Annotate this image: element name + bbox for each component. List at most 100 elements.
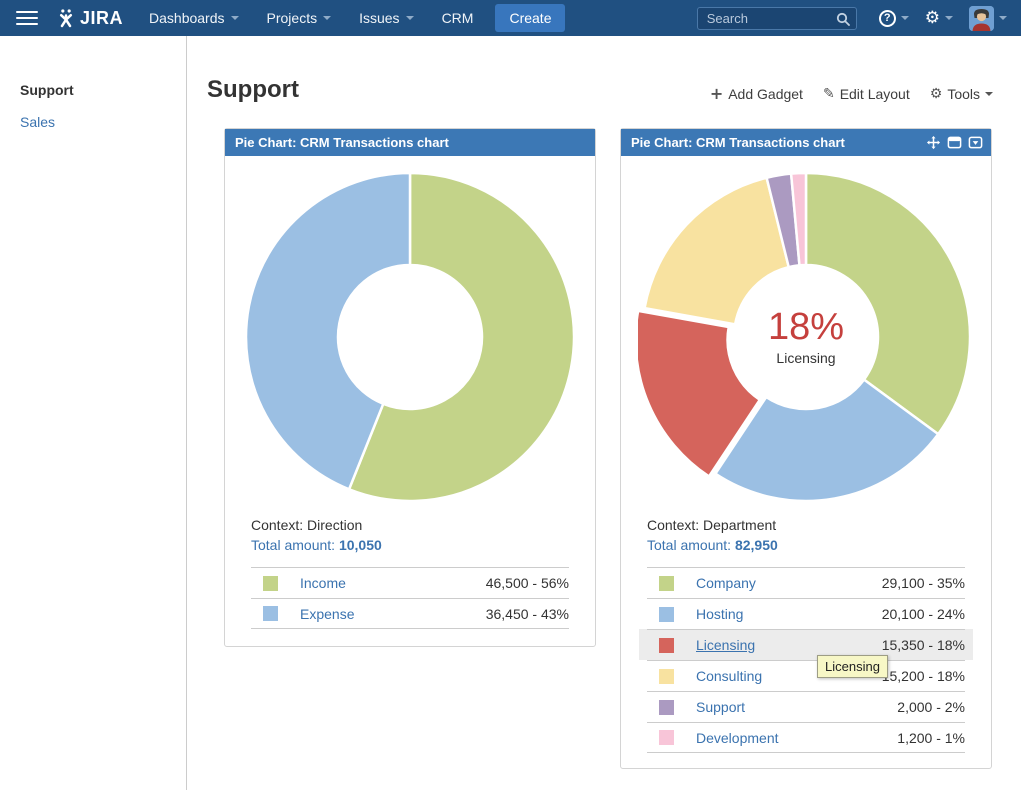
gear-icon: ⚙ xyxy=(930,86,943,102)
maximize-gadget-icon[interactable] xyxy=(947,135,962,150)
hamburger-menu-icon[interactable] xyxy=(16,7,38,29)
legend-swatch xyxy=(659,638,674,653)
nav-item-projects[interactable]: Projects xyxy=(267,10,332,26)
add-gadget-button[interactable]: + Add Gadget xyxy=(710,84,803,103)
nav-item-label: CRM xyxy=(442,10,474,26)
legend-label-link[interactable]: Hosting xyxy=(696,606,882,622)
legend-label-link[interactable]: Development xyxy=(696,730,897,746)
gadget-title: Pie Chart: CRM Transactions chart xyxy=(621,135,845,150)
search-input[interactable] xyxy=(697,7,857,30)
legend-label-link[interactable]: Company xyxy=(696,575,882,591)
legend-value: 15,350 - 18% xyxy=(882,637,965,653)
chart-legend: Company29,100 - 35%Hosting20,100 - 24%Li… xyxy=(647,567,965,753)
nav-item-label: Dashboards xyxy=(149,10,225,26)
legend-swatch xyxy=(659,669,674,684)
avatar xyxy=(969,6,994,31)
sidebar-item-support[interactable]: Support xyxy=(20,82,186,98)
total-value: 10,050 xyxy=(339,537,382,553)
chart-context: Context: Direction xyxy=(251,515,569,535)
legend-value: 1,200 - 1% xyxy=(897,730,965,746)
legend-label-link[interactable]: Expense xyxy=(300,606,486,622)
legend-label-link[interactable]: Support xyxy=(696,699,897,715)
page-title: Support xyxy=(207,76,299,104)
legend-value: 15,200 - 18% xyxy=(882,668,965,684)
pencil-icon: ✎ xyxy=(823,86,835,102)
chart-total: Total amount: 10,050 xyxy=(251,535,569,555)
legend-row-consulting[interactable]: Consulting15,200 - 18% xyxy=(647,660,965,691)
legend-row-support[interactable]: Support2,000 - 2% xyxy=(647,691,965,722)
nav-item-label: Issues xyxy=(359,10,399,26)
legend-label-link[interactable]: Licensing xyxy=(696,637,882,653)
gadget-pie-chart-1: Pie Chart: CRM Transactions chart Contex… xyxy=(224,128,596,647)
legend-value: 29,100 - 35% xyxy=(882,575,965,591)
legend-swatch xyxy=(263,576,278,591)
nav-item-issues[interactable]: Issues xyxy=(359,10,413,26)
brand-name: JIRA xyxy=(80,8,123,29)
donut-chart-department: 18% Licensing xyxy=(638,169,974,505)
chart-legend: Income46,500 - 56%Expense36,450 - 43% xyxy=(251,567,569,629)
total-value: 82,950 xyxy=(735,537,778,553)
create-button[interactable]: Create xyxy=(495,4,565,32)
dashboard-sidebar: Support Sales xyxy=(0,36,187,790)
search-box xyxy=(697,7,857,30)
legend-row-income[interactable]: Income46,500 - 56% xyxy=(251,567,569,598)
nav-item-label: Projects xyxy=(267,10,318,26)
legend-row-hosting[interactable]: Hosting20,100 - 24% xyxy=(647,598,965,629)
user-menu[interactable] xyxy=(969,6,1007,31)
gadget-header[interactable]: Pie Chart: CRM Transactions chart xyxy=(225,129,595,156)
pie-slice-consulting[interactable] xyxy=(645,178,789,325)
nav-menu: Dashboards Projects Issues CRM xyxy=(149,10,473,26)
legend-value: 46,500 - 56% xyxy=(486,575,569,591)
chevron-down-icon xyxy=(901,16,909,20)
dashboard-actions: + Add Gadget ✎ Edit Layout ⚙Tools xyxy=(710,84,993,103)
sidebar-item-sales[interactable]: Sales xyxy=(20,114,186,130)
plus-icon: + xyxy=(710,84,723,103)
total-label: Total amount: xyxy=(251,537,335,553)
legend-swatch xyxy=(659,576,674,591)
legend-value: 36,450 - 43% xyxy=(486,606,569,622)
tooltip: Licensing xyxy=(817,655,888,678)
gadget-title: Pie Chart: CRM Transactions chart xyxy=(225,135,449,150)
legend-row-expense[interactable]: Expense36,450 - 43% xyxy=(251,598,569,629)
legend-swatch xyxy=(659,607,674,622)
chevron-down-icon xyxy=(323,16,331,20)
gear-icon: ⚙ xyxy=(925,10,940,27)
jira-charlie-icon xyxy=(56,8,76,28)
legend-row-licensing[interactable]: Licensing15,350 - 18% xyxy=(647,629,965,660)
help-menu[interactable]: ? xyxy=(879,10,909,27)
gadget-menu-dropdown-icon[interactable] xyxy=(968,135,983,150)
nav-item-crm[interactable]: CRM xyxy=(442,10,474,26)
legend-swatch xyxy=(263,606,278,621)
chevron-down-icon xyxy=(999,16,1007,20)
legend-row-company[interactable]: Company29,100 - 35% xyxy=(647,567,965,598)
legend-value: 20,100 - 24% xyxy=(882,606,965,622)
chart-context: Context: Department xyxy=(647,515,965,535)
settings-menu[interactable]: ⚙ xyxy=(925,10,953,27)
nav-item-dashboards[interactable]: Dashboards xyxy=(149,10,239,26)
gadget-header[interactable]: Pie Chart: CRM Transactions chart xyxy=(621,129,991,156)
top-navbar: JIRA DashboardsProjectsIssuesCRM Create … xyxy=(0,0,1021,36)
chevron-down-icon xyxy=(231,16,239,20)
legend-row-development[interactable]: Development1,200 - 1% xyxy=(647,722,965,753)
total-label: Total amount: xyxy=(647,537,731,553)
help-icon: ? xyxy=(879,10,896,27)
legend-swatch xyxy=(659,730,674,745)
search-icon xyxy=(836,12,850,26)
chevron-down-icon xyxy=(406,16,414,20)
move-gadget-icon[interactable] xyxy=(926,135,941,150)
action-label: Tools xyxy=(947,86,980,102)
pie-slice-company[interactable] xyxy=(806,173,970,434)
donut-chart-direction xyxy=(242,169,578,505)
gadget-pie-chart-2: Pie Chart: CRM Transactions chart 18% Li… xyxy=(620,128,992,769)
chart-total: Total amount: 82,950 xyxy=(647,535,965,555)
legend-label-link[interactable]: Income xyxy=(300,575,486,591)
chevron-down-icon xyxy=(945,16,953,20)
chevron-down-icon xyxy=(985,92,993,96)
action-label: Edit Layout xyxy=(840,86,910,102)
action-label: Add Gadget xyxy=(728,86,803,102)
jira-logo[interactable]: JIRA xyxy=(56,8,123,29)
tools-button[interactable]: ⚙Tools xyxy=(930,84,993,103)
legend-value: 2,000 - 2% xyxy=(897,699,965,715)
edit-layout-button[interactable]: ✎ Edit Layout xyxy=(823,84,910,103)
legend-swatch xyxy=(659,700,674,715)
